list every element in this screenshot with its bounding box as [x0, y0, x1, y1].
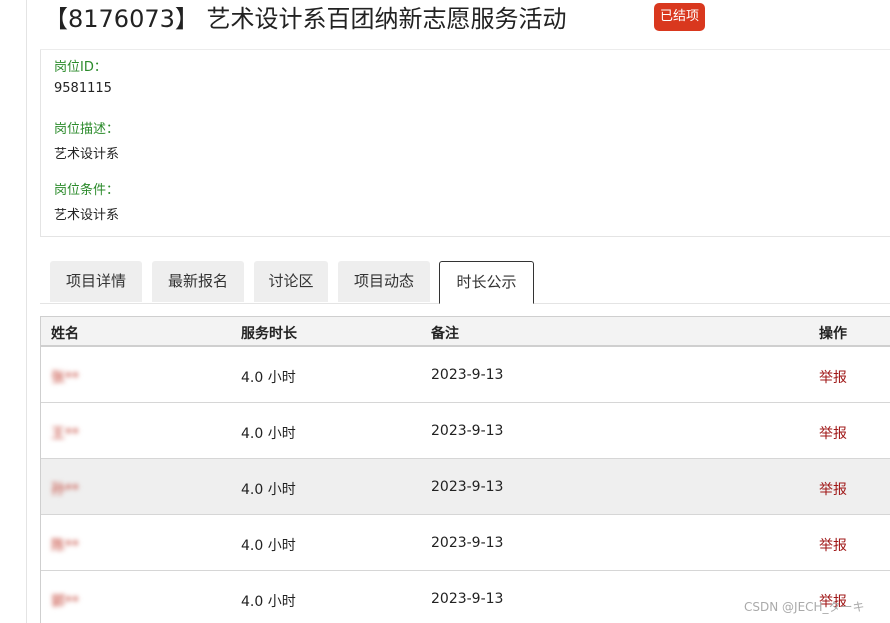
table-row: 郭** 4.0 小时 2023-9-13 举报 [41, 571, 890, 623]
volunteer-name: 陈** [51, 538, 79, 554]
report-link[interactable]: 举报 [819, 367, 847, 387]
page-left-border [26, 0, 27, 623]
post-desc-value: 艺术设计系 [54, 147, 120, 162]
service-hours: 4.0 小时 [241, 426, 296, 442]
table-header: 姓名 服务时长 备注 操作 [41, 316, 890, 347]
post-id-value: 9581115 [54, 81, 112, 96]
tab-project-details[interactable]: 项目详情 [50, 261, 142, 302]
volunteer-name: 张** [51, 370, 79, 386]
post-info-panel: 岗位ID： 9581115 岗位描述： 艺术设计系 岗位条件： 艺术设计系 [40, 50, 890, 237]
note-date: 2023-9-13 [431, 423, 504, 439]
header-action: 操作 [819, 326, 847, 342]
service-hours: 4.0 小时 [241, 370, 296, 386]
project-header: 【8176073】 艺术设计系百团纳新志愿服务活动 已结项 [40, 0, 890, 50]
post-id-label: 岗位ID： [54, 60, 107, 75]
tab-latest-signups[interactable]: 最新报名 [152, 261, 244, 302]
status-badge: 已结项 [654, 3, 706, 31]
note-date: 2023-9-13 [431, 535, 504, 551]
project-tabs: 项目详情 最新报名 讨论区 项目动态 时长公示 [40, 258, 890, 304]
csdn-watermark: CSDN @JECH_ターキ [744, 600, 865, 614]
tab-project-news[interactable]: 项目动态 [338, 261, 430, 302]
report-link[interactable]: 举报 [819, 423, 847, 443]
table-row: 王** 4.0 小时 2023-9-13 举报 [41, 403, 890, 459]
post-cond-label: 岗位条件： [54, 183, 120, 198]
service-hours: 4.0 小时 [241, 538, 296, 554]
tab-hours-publicity[interactable]: 时长公示 [439, 261, 534, 304]
header-name: 姓名 [51, 326, 79, 342]
volunteer-name: 孙** [51, 482, 79, 498]
tab-discussion[interactable]: 讨论区 [254, 261, 328, 302]
hours-table: 姓名 服务时长 备注 操作 张** 4.0 小时 2023-9-13 举报 王*… [40, 316, 890, 623]
service-hours: 4.0 小时 [241, 482, 296, 498]
report-link[interactable]: 举报 [819, 535, 847, 555]
table-row: 张** 4.0 小时 2023-9-13 举报 [41, 347, 890, 403]
note-date: 2023-9-13 [431, 591, 504, 607]
post-desc-label: 岗位描述： [54, 122, 120, 137]
table-row: 陈** 4.0 小时 2023-9-13 举报 [41, 515, 890, 571]
service-hours: 4.0 小时 [241, 594, 296, 610]
header-hours: 服务时长 [241, 326, 297, 342]
volunteer-name: 郭** [51, 594, 79, 610]
table-row: 孙** 4.0 小时 2023-9-13 举报 [41, 459, 890, 515]
project-title: 【8176073】 艺术设计系百团纳新志愿服务活动 [44, 5, 567, 33]
note-date: 2023-9-13 [431, 367, 504, 383]
header-note: 备注 [431, 326, 459, 342]
post-cond-value: 艺术设计系 [54, 208, 120, 223]
note-date: 2023-9-13 [431, 479, 504, 495]
report-link[interactable]: 举报 [819, 479, 847, 499]
volunteer-name: 王** [51, 426, 79, 442]
